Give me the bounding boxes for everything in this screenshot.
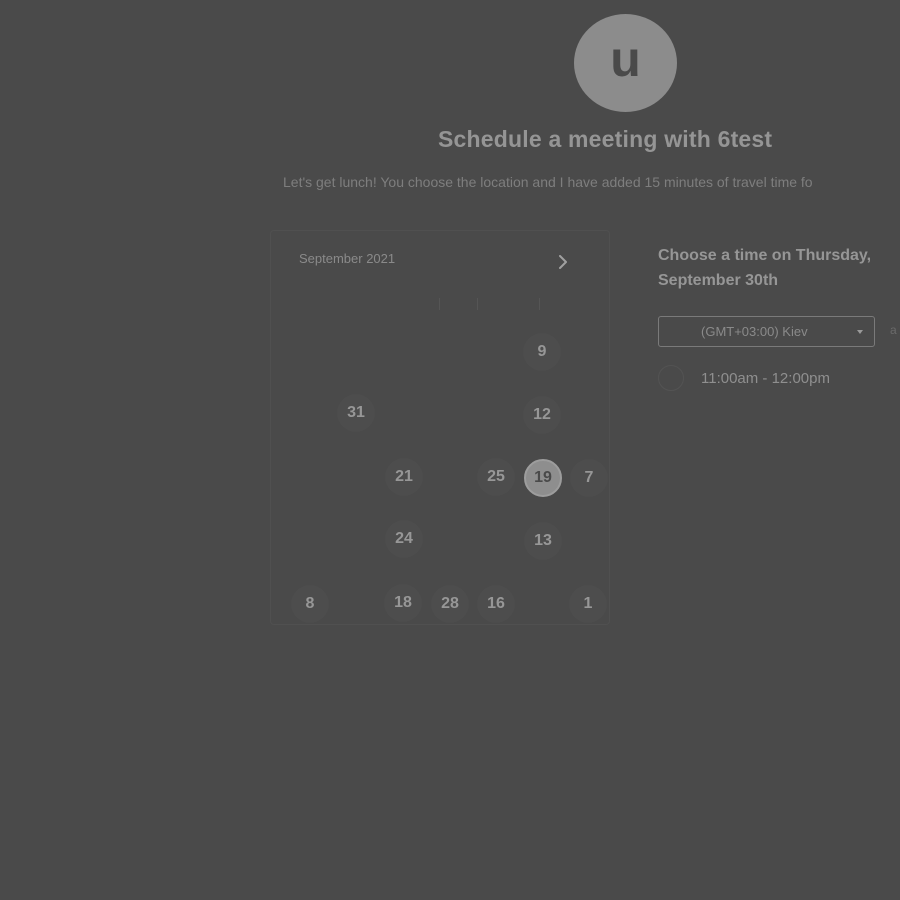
calendar-day[interactable]: 12 [523,396,561,434]
calendar-day[interactable]: 8 [291,585,329,623]
calendar-day[interactable]: 28 [431,585,469,623]
next-month-button[interactable] [553,252,573,272]
calendar-day[interactable]: 18 [384,584,422,622]
meeting-description: Let's get lunch! You choose the location… [283,174,813,190]
calendar-day[interactable]: 21 [385,458,423,496]
avatar-letter: u [610,31,641,87]
page-title: Schedule a meeting with 6test [438,126,773,152]
time-slot-label: 11:00am - 12:00pm [701,369,830,387]
host-avatar: u [574,14,677,112]
scheduling-page: u Schedule a meeting with 6test Let's ge… [0,0,900,900]
time-slot-radio[interactable] [658,365,684,391]
calendar-panel [270,230,610,625]
calendar-day[interactable]: 25 [477,458,515,496]
weekday-header [430,298,550,312]
calendar-day[interactable]: 24 [385,520,423,558]
calendar-month-label: September 2021 [299,251,396,266]
chevron-right-icon [559,255,567,269]
calendar-day[interactable]: 9 [523,333,561,371]
calendar-day[interactable]: 13 [524,522,562,560]
calendar-day[interactable]: 31 [337,394,375,432]
time-slot[interactable]: 11:00am - 12:00pm [658,364,830,392]
timezone-extra-text: a [890,323,897,337]
calendar-day-selected[interactable]: 19 [524,459,562,497]
timezone-select[interactable]: (GMT+03:00) Kiev [658,316,875,347]
calendar-day[interactable]: 7 [570,459,608,497]
calendar-day[interactable]: 1 [569,585,607,623]
caret-down-icon [857,330,863,334]
timezone-value: (GMT+03:00) Kiev [701,324,808,339]
calendar-day[interactable]: 16 [477,585,515,623]
time-picker-heading: Choose a time on Thursday, September 30t… [658,247,872,289]
